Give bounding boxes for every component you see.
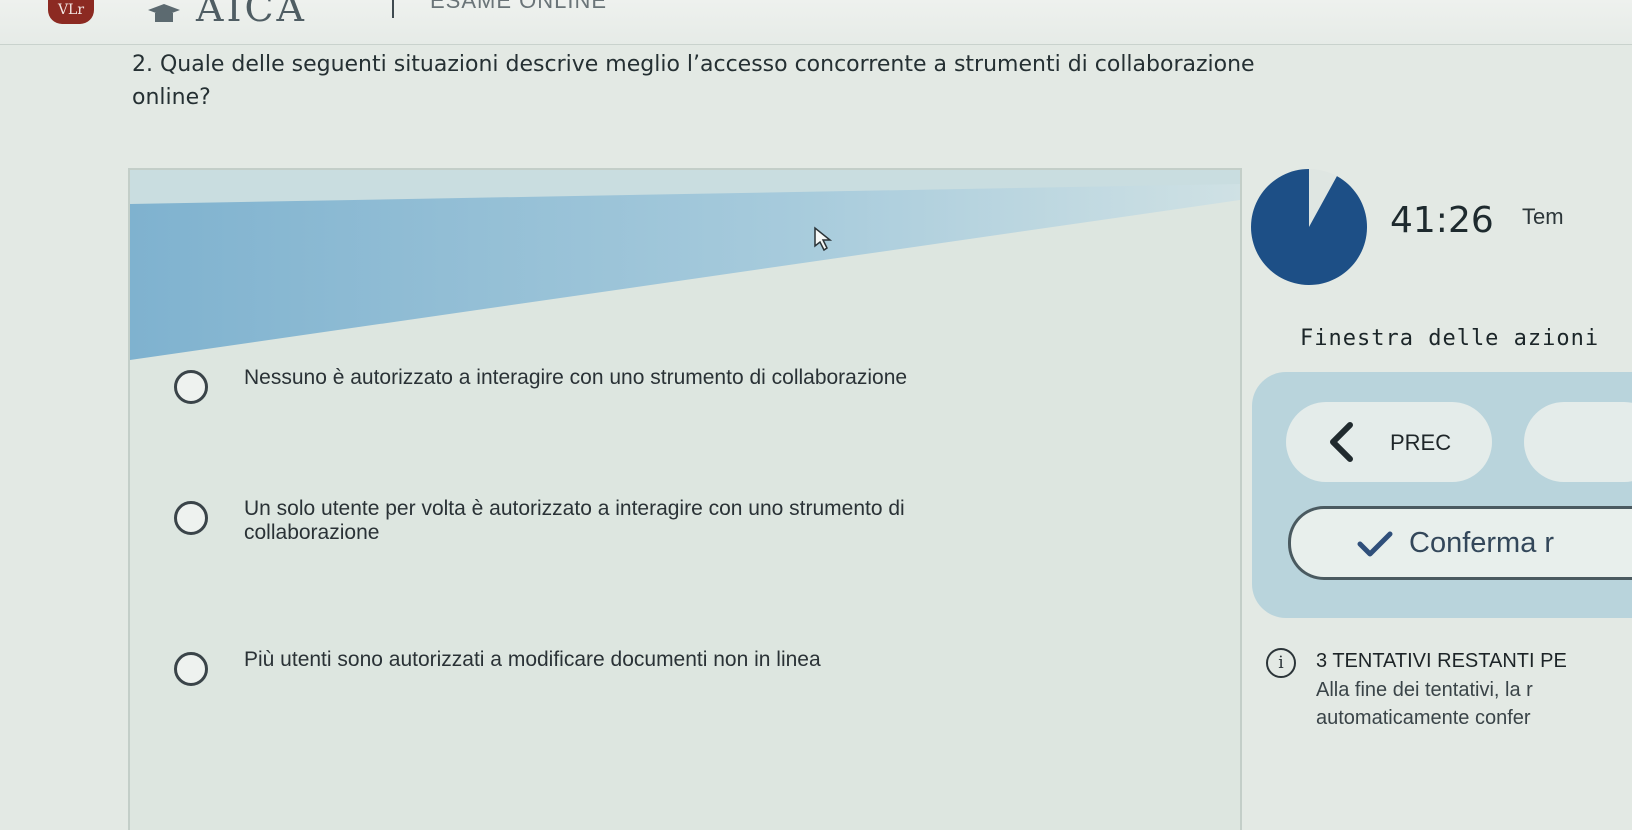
- confirm-button-label: Conferma r: [1409, 527, 1555, 559]
- answer-option-2[interactable]: Un solo utente per volta è autorizzato a…: [174, 497, 1054, 545]
- question-text: 2. Quale delle seguenti situazioni descr…: [132, 52, 1255, 110]
- answer-option-label: Un solo utente per volta è autorizzato a…: [244, 497, 905, 544]
- attempts-note: Alla fine dei tentativi, la r automatica…: [1316, 679, 1533, 729]
- exam-label: ESAME ONLINE: [430, 0, 608, 13]
- next-button[interactable]: [1524, 402, 1632, 482]
- timer-value: 41:26: [1390, 200, 1494, 241]
- graduation-cap-icon: [148, 4, 180, 22]
- answer-option-1[interactable]: Nessuno è autorizzato a interagire con u…: [174, 366, 1054, 404]
- logo-badge: VLr: [48, 0, 94, 24]
- radio-button[interactable]: [174, 370, 208, 404]
- radio-button[interactable]: [174, 501, 208, 535]
- chevron-left-icon: [1330, 422, 1353, 462]
- top-bar: VLr AICA ESAME ONLINE: [0, 0, 1632, 45]
- brand-name: AICA: [196, 0, 307, 30]
- mouse-cursor-icon: [814, 226, 833, 252]
- prev-button-label: PREC: [1390, 430, 1452, 455]
- answer-option-label: Più utenti sono autorizzati a modificare…: [244, 648, 821, 671]
- actions-window-title: Finestra delle azioni: [1300, 326, 1600, 351]
- answer-option-3[interactable]: Più utenti sono autorizzati a modificare…: [174, 648, 1054, 686]
- radio-button[interactable]: [174, 652, 208, 686]
- panel-header-decoration: [130, 170, 1240, 360]
- brand-divider: [392, 0, 394, 18]
- attempts-remaining: 3 TENTATIVI RESTANTI PE: [1316, 650, 1567, 672]
- timer-pie-icon: [1251, 169, 1368, 285]
- confirm-button[interactable]: Conferma r: [1288, 506, 1632, 580]
- answer-option-label: Nessuno è autorizzato a interagire con u…: [244, 366, 908, 389]
- checkmark-icon: [1357, 531, 1393, 557]
- timer-label: Tem: [1522, 204, 1564, 229]
- info-icon: i: [1266, 648, 1296, 678]
- answers-panel: Nessuno è autorizzato a interagire con u…: [128, 168, 1242, 830]
- prev-button[interactable]: PREC: [1286, 402, 1492, 482]
